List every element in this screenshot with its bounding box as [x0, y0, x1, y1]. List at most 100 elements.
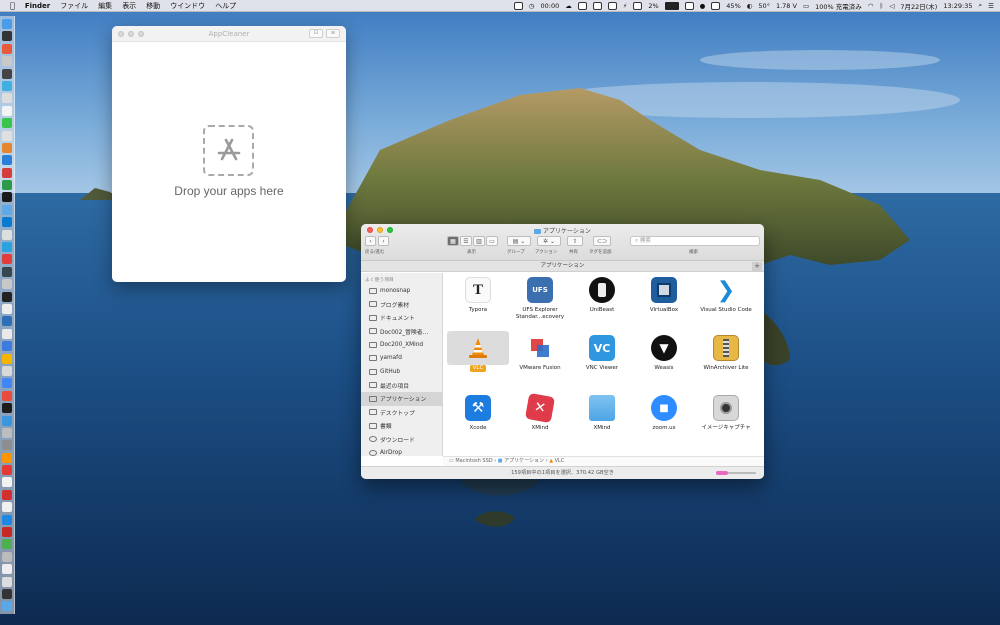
- keyboard-icon[interactable]: [711, 1, 721, 10]
- bolt-icon[interactable]: ⚡: [623, 2, 628, 10]
- dock-downloads-icon[interactable]: [2, 601, 12, 612]
- app-item-xmind-folder[interactable]: XMind: [571, 395, 633, 432]
- search-field[interactable]: ⌕ 検索: [630, 236, 760, 246]
- dock-app-icon[interactable]: [2, 80, 12, 91]
- dock-app-icon[interactable]: [2, 378, 12, 389]
- dock-app-icon[interactable]: [2, 576, 12, 587]
- tag-button[interactable]: ⊂⊃: [593, 236, 611, 246]
- wifi-icon[interactable]: ◠: [868, 2, 874, 10]
- temperature[interactable]: 50°: [758, 2, 770, 10]
- dock-app-icon[interactable]: [2, 527, 12, 538]
- icon-size-slider[interactable]: [716, 471, 756, 475]
- dock-app-icon[interactable]: [2, 266, 12, 277]
- menu-view[interactable]: 表示: [122, 1, 136, 11]
- dock-app-icon[interactable]: [2, 365, 12, 376]
- sidebar-item-home[interactable]: yamafd: [361, 352, 442, 366]
- dock-app-icon[interactable]: [2, 477, 12, 488]
- dock-app-icon[interactable]: [2, 341, 12, 352]
- time[interactable]: 13:29:35: [943, 2, 972, 10]
- memory-icon[interactable]: [592, 1, 602, 10]
- dock-app-icon[interactable]: [2, 291, 12, 302]
- dock-app-icon[interactable]: [2, 390, 12, 401]
- list-view-button[interactable]: ☰: [460, 236, 472, 246]
- dock-app-icon[interactable]: [2, 564, 12, 575]
- group-button[interactable]: ▤ ⌄: [507, 236, 531, 246]
- tab-applications[interactable]: アプリケーション: [541, 263, 585, 269]
- dock-app-icon[interactable]: [2, 328, 12, 339]
- charge-status[interactable]: 100% 充電済み: [815, 1, 862, 11]
- dock-app-icon[interactable]: [2, 415, 12, 426]
- dock-app-icon[interactable]: [2, 502, 12, 513]
- bluetooth-icon[interactable]: ᛒ: [879, 2, 883, 10]
- sidebar-item-airdrop[interactable]: AirDrop: [361, 446, 442, 456]
- dock-app-icon[interactable]: [2, 303, 12, 314]
- battery-percent[interactable]: 2%: [648, 2, 658, 10]
- menu-help[interactable]: ヘルプ: [215, 1, 236, 11]
- dock-app-icon[interactable]: [2, 43, 12, 54]
- dock-app-icon[interactable]: [2, 229, 12, 240]
- sidebar-item-monosnap[interactable]: monosnap: [361, 284, 442, 298]
- dock-app-icon[interactable]: [2, 155, 12, 166]
- dock-app-icon[interactable]: [2, 551, 12, 562]
- menu-go[interactable]: 移動: [146, 1, 160, 11]
- dock-app-icon[interactable]: [2, 539, 12, 550]
- dock-app-icon[interactable]: [2, 440, 12, 451]
- dock-app-icon[interactable]: [2, 217, 12, 228]
- forward-button[interactable]: ›: [378, 236, 389, 246]
- share-button[interactable]: ⇧: [567, 236, 583, 246]
- app-item-xcode[interactable]: ⚒ Xcode: [447, 395, 509, 432]
- icon-view-button[interactable]: ▦: [447, 236, 459, 246]
- sidebar-item-blog-material[interactable]: ブログ素材: [361, 298, 442, 312]
- menu-app-name[interactable]: Finder: [25, 2, 50, 10]
- dock-app-icon[interactable]: [2, 167, 12, 178]
- new-tab-button[interactable]: +: [752, 262, 762, 271]
- dock-app-icon[interactable]: [2, 130, 12, 141]
- app-item-vmware-fusion[interactable]: VMware Fusion: [509, 335, 571, 372]
- disk-icon[interactable]: [607, 1, 617, 10]
- app-item-zoom[interactable]: ■ zoom.us: [633, 395, 695, 432]
- app-item-weasis[interactable]: ▼ Weasis: [633, 335, 695, 372]
- dock-app-icon[interactable]: [2, 192, 12, 203]
- dock-app-icon[interactable]: [2, 588, 12, 599]
- app-item-xmind[interactable]: ✕ XMind: [509, 392, 571, 432]
- dock-app-icon[interactable]: [2, 403, 12, 414]
- app-status-icon[interactable]: [684, 1, 694, 10]
- dock-app-icon[interactable]: [2, 489, 12, 500]
- dock-app-icon[interactable]: [2, 353, 12, 364]
- dock-app-icon[interactable]: [2, 142, 12, 153]
- sidebar-item-downloads[interactable]: ダウンロード: [361, 433, 442, 447]
- app-item-winarchiver[interactable]: WinArchiver Lite: [695, 335, 757, 372]
- volume-icon[interactable]: ◁: [889, 2, 894, 10]
- path-item-applications[interactable]: アプリケーション: [504, 458, 544, 464]
- dock-finder-icon[interactable]: [2, 19, 12, 29]
- dock-app-icon[interactable]: [2, 105, 12, 116]
- dock-app-icon[interactable]: [2, 465, 12, 476]
- status-item-icon[interactable]: [513, 1, 523, 10]
- app-item-unibeast[interactable]: UniBeast: [571, 277, 633, 314]
- menu-file[interactable]: ファイル: [60, 1, 88, 11]
- sidebar-item-recents[interactable]: 最近の項目: [361, 379, 442, 393]
- app-item-typora[interactable]: T Typora: [447, 277, 509, 314]
- app-item-vnc-viewer[interactable]: VC VNC Viewer: [571, 335, 633, 372]
- action-button[interactable]: ✲ ⌄: [537, 236, 561, 246]
- app-item-vscode[interactable]: ❯ Visual Studio Code: [695, 277, 757, 314]
- dock-app-icon[interactable]: [2, 68, 12, 79]
- dock-app-icon[interactable]: [2, 93, 12, 104]
- sidebar-item-applications[interactable]: アプリケーション: [361, 392, 442, 406]
- menu-edit[interactable]: 編集: [98, 1, 112, 11]
- battery-bar-icon[interactable]: [664, 1, 679, 10]
- dock-app-icon[interactable]: [2, 427, 12, 438]
- path-item-disk[interactable]: Macintosh SSD: [455, 458, 492, 464]
- half-moon-icon[interactable]: ◐: [747, 2, 753, 10]
- control-center-icon[interactable]: ☰: [988, 2, 994, 10]
- dock-app-icon[interactable]: [2, 514, 12, 525]
- apple-icon[interactable]: : [10, 1, 15, 10]
- spotlight-icon[interactable]: ⌕: [979, 1, 983, 10]
- app-item-vlc[interactable]: VLC: [447, 331, 509, 372]
- sidebar-item-github[interactable]: GitHub: [361, 365, 442, 379]
- dock-app-icon[interactable]: [2, 279, 12, 290]
- dock-app-icon[interactable]: [2, 204, 12, 215]
- network-icon[interactable]: [633, 1, 643, 10]
- app-item-image-capture[interactable]: イメージキャプチャ: [695, 395, 757, 432]
- battery-icon[interactable]: ▭: [803, 2, 809, 10]
